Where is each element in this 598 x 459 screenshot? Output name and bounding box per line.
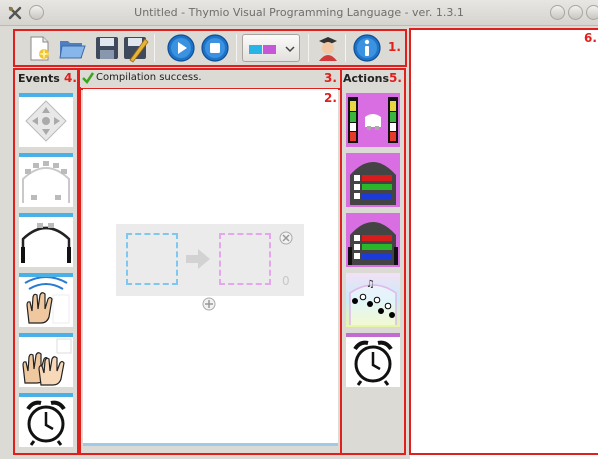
bottom-led-icon <box>348 222 398 265</box>
bottom-color-action-tile[interactable] <box>346 213 400 267</box>
empty-action-slot[interactable] <box>219 233 271 285</box>
color-swatch <box>263 45 276 54</box>
event-action-pair[interactable]: 0 <box>116 224 304 296</box>
status-label: 3. <box>324 71 337 85</box>
events-list <box>15 87 77 453</box>
color-swatch <box>249 45 262 54</box>
svg-text:♫: ♫ <box>366 279 375 290</box>
actions-title: Actions <box>343 72 389 85</box>
title-bar: Untitled - Thymio Visual Programming Lan… <box>0 0 598 26</box>
proximity-icon <box>22 161 70 203</box>
timer-action-tile[interactable] <box>346 333 400 387</box>
chevron-down-icon <box>285 46 295 53</box>
window-title: Untitled - Thymio Visual Programming Lan… <box>134 6 464 19</box>
ground-sensor-icon <box>21 223 71 263</box>
top-led-icon <box>350 162 396 205</box>
add-pair-icon[interactable] <box>202 297 216 311</box>
help-icon[interactable] <box>352 33 382 63</box>
check-icon <box>82 72 94 84</box>
sound-action-tile[interactable]: ♫ <box>346 273 400 327</box>
save-as-icon[interactable] <box>120 33 150 63</box>
minimize-button[interactable] <box>550 5 565 20</box>
close-button[interactable] <box>586 5 598 20</box>
open-folder-icon[interactable] <box>57 33 87 63</box>
advanced-mode-icon[interactable] <box>313 33 343 63</box>
scene-label: 2. <box>324 91 337 105</box>
empty-event-slot[interactable] <box>126 233 178 285</box>
pair-counter: 0 <box>282 274 290 288</box>
tap-hand-icon <box>24 276 70 324</box>
status-bar: Compilation success. <box>80 70 341 87</box>
arrow-right-icon <box>186 249 210 269</box>
actions-list: ♫ <box>342 87 404 453</box>
events-label: 4. <box>64 71 77 85</box>
buttons-event-tile[interactable] <box>19 93 73 147</box>
music-note-icon: ♫ <box>349 279 397 325</box>
scene-bottom-edge <box>83 443 338 446</box>
code-view-label: 6. <box>584 31 597 45</box>
maximize-button[interactable] <box>568 5 583 20</box>
toolbar-separator <box>308 34 309 62</box>
ground-event-tile[interactable] <box>19 213 73 267</box>
toolbar-separator <box>345 34 346 62</box>
save-icon[interactable] <box>92 33 122 63</box>
remove-pair-icon[interactable] <box>279 231 293 245</box>
timer-event-tile[interactable] <box>19 393 73 447</box>
prox-event-tile[interactable] <box>19 153 73 207</box>
new-document-icon[interactable] <box>24 33 54 63</box>
move-action-tile[interactable] <box>346 93 400 147</box>
top-color-action-tile[interactable] <box>346 153 400 207</box>
toolbar-separator <box>236 34 237 62</box>
actions-label: 5. <box>389 71 402 85</box>
run-icon[interactable] <box>166 33 196 63</box>
toolbar-label: 1. <box>388 40 401 54</box>
stop-icon[interactable] <box>200 33 230 63</box>
buttons-icon <box>25 100 67 142</box>
toolbar-separator <box>154 34 155 62</box>
code-view-highlight <box>409 28 598 455</box>
color-scheme-combobox[interactable] <box>242 34 300 62</box>
status-message: Compilation success. <box>96 72 202 83</box>
alarm-clock-icon <box>26 400 66 446</box>
events-title: Events <box>18 72 60 85</box>
app-window: Untitled - Thymio Visual Programming Lan… <box>0 0 598 459</box>
clap-hands-icon <box>22 338 72 386</box>
program-scene[interactable]: 0 <box>83 89 338 446</box>
tap-event-tile[interactable] <box>19 273 73 327</box>
clap-event-tile[interactable] <box>19 333 73 387</box>
motors-icon <box>348 97 398 143</box>
alarm-clock-icon <box>353 340 393 386</box>
